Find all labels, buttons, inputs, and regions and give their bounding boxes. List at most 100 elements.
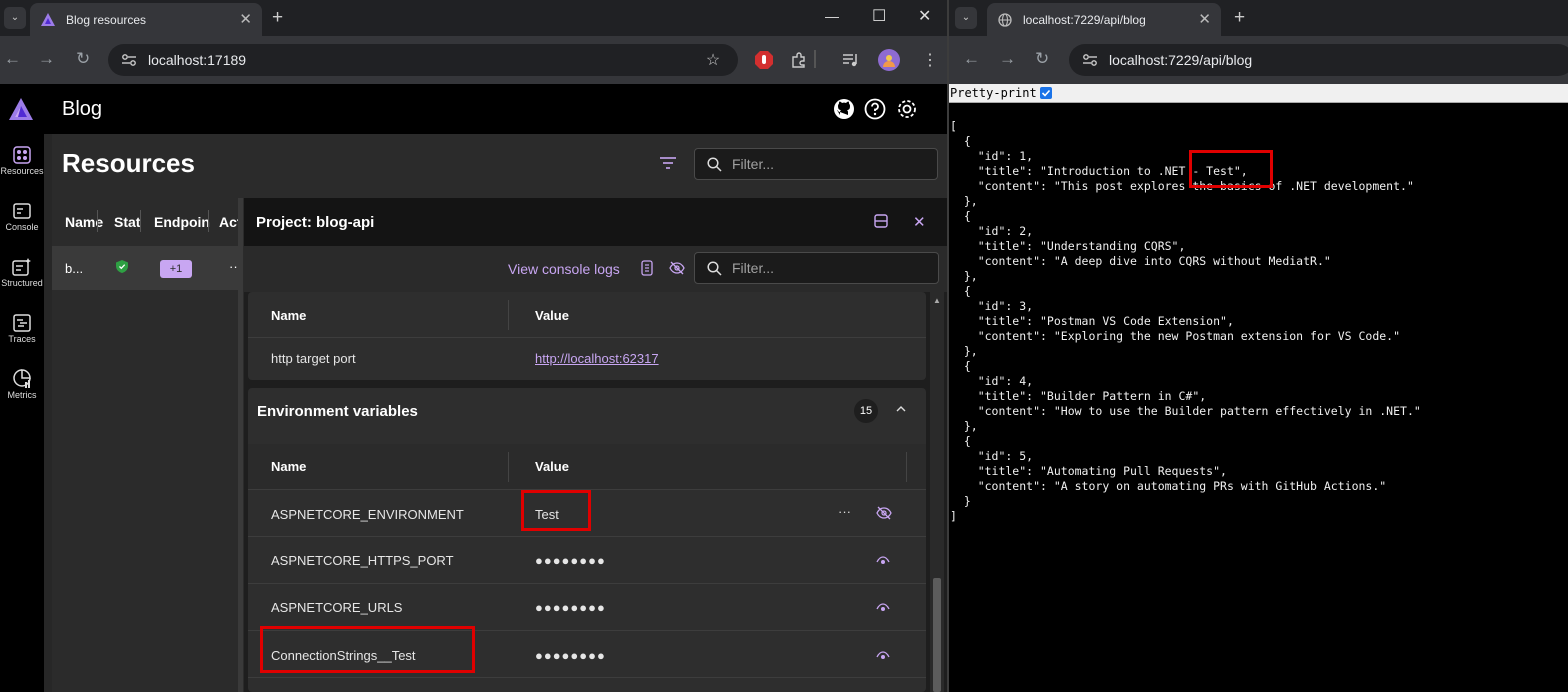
tab-title: localhost:7229/api/blog bbox=[1023, 12, 1146, 27]
app-name: Blog bbox=[62, 98, 103, 120]
column-separator[interactable] bbox=[140, 210, 141, 232]
profile-avatar[interactable] bbox=[878, 49, 900, 71]
new-tab-icon[interactable]: + bbox=[1234, 8, 1245, 27]
row-menu-icon[interactable]: ··· bbox=[838, 504, 851, 519]
nav-rail: Resources Console Structured Traces Metr… bbox=[0, 84, 44, 692]
aspire-logo-icon[interactable] bbox=[9, 98, 33, 125]
forward-icon[interactable]: → bbox=[38, 50, 55, 68]
scroll-up-icon[interactable]: ▲ bbox=[933, 296, 941, 305]
pretty-print-label: Pretty-print bbox=[950, 86, 1037, 100]
show-value-icon[interactable] bbox=[876, 648, 890, 666]
col-header-value[interactable]: Value bbox=[535, 459, 569, 474]
github-icon[interactable] bbox=[833, 98, 855, 120]
column-separator[interactable] bbox=[508, 300, 509, 330]
highlight-box bbox=[1189, 150, 1273, 188]
endpoint-url-link[interactable]: http://localhost:62317 bbox=[535, 351, 659, 366]
maximize-icon[interactable]: ☐ bbox=[872, 6, 886, 26]
close-tab-icon[interactable]: ✕ bbox=[239, 12, 252, 27]
site-info-icon[interactable] bbox=[1075, 45, 1105, 75]
address-bar[interactable]: localhost:7229/api/blog bbox=[1069, 44, 1568, 76]
filter-funnel-icon[interactable] bbox=[659, 156, 677, 175]
rail-item-metrics[interactable]: Metrics bbox=[0, 368, 44, 400]
search-icon bbox=[707, 260, 722, 276]
env-section-header[interactable]: Environment variables 15 bbox=[248, 388, 926, 434]
column-separator[interactable] bbox=[508, 452, 509, 482]
extension-stop-icon[interactable] bbox=[754, 50, 774, 70]
close-tab-icon[interactable]: ✕ bbox=[1198, 12, 1211, 27]
extensions-icon[interactable] bbox=[789, 50, 809, 70]
bookmark-star-icon[interactable]: ☆ bbox=[703, 50, 723, 70]
aspire-dashboard: Resources Console Structured Traces Metr… bbox=[0, 84, 947, 692]
resources-filter-input[interactable]: Filter... bbox=[694, 148, 938, 180]
col-header-name[interactable]: Name bbox=[271, 308, 306, 323]
endpoints-header-row: Name Value bbox=[248, 292, 926, 338]
filter-placeholder: Filter... bbox=[732, 260, 775, 276]
rail-item-structured[interactable]: Structured bbox=[0, 258, 44, 288]
env-row[interactable]: ASPNETCORE_URLS ●●●●●●●● bbox=[248, 584, 926, 631]
address-bar[interactable]: localhost:17189 bbox=[108, 44, 738, 76]
details-header: Project: blog-api ✕ bbox=[244, 198, 947, 246]
scrollbar-thumb[interactable] bbox=[933, 578, 941, 692]
rail-item-console[interactable]: Console bbox=[0, 202, 44, 232]
rail-label: Traces bbox=[8, 334, 36, 344]
close-window-icon[interactable]: ✕ bbox=[918, 6, 931, 26]
console-icon bbox=[13, 203, 31, 219]
toggle-orientation-icon[interactable] bbox=[874, 214, 888, 233]
tab-api-blog[interactable]: localhost:7229/api/blog ✕ bbox=[987, 3, 1221, 36]
resource-row[interactable]: b... +1 ··· bbox=[52, 246, 242, 290]
tab-search-button[interactable]: ⌄ bbox=[955, 7, 977, 29]
col-header-state[interactable]: Stat bbox=[114, 214, 140, 230]
endpoint-badge[interactable]: +1 bbox=[160, 260, 192, 278]
forward-icon[interactable]: → bbox=[999, 50, 1016, 68]
help-icon[interactable] bbox=[864, 98, 886, 120]
rail-label: Resources bbox=[0, 166, 44, 176]
details-scrollbar[interactable]: ▲ bbox=[930, 292, 944, 692]
new-tab-icon[interactable]: + bbox=[272, 8, 283, 27]
browser-menu-icon[interactable]: ⋮ bbox=[920, 50, 940, 70]
col-header-value[interactable]: Value bbox=[535, 308, 569, 323]
rail-item-resources[interactable]: Resources bbox=[0, 146, 44, 176]
reload-icon[interactable]: ↻ bbox=[1035, 50, 1049, 68]
back-icon[interactable]: ← bbox=[963, 50, 980, 68]
close-details-icon[interactable]: ✕ bbox=[913, 213, 926, 231]
show-value-icon[interactable] bbox=[876, 600, 890, 618]
browser-toolbar: ← → ↻ localhost:17189 ☆ ⋮ bbox=[0, 36, 947, 84]
url-text: localhost:17189 bbox=[148, 52, 247, 68]
pretty-print-checkbox[interactable] bbox=[1039, 86, 1052, 99]
env-count-badge: 15 bbox=[854, 399, 878, 423]
app-header: Blog bbox=[44, 84, 947, 134]
chevron-up-icon[interactable] bbox=[895, 402, 907, 420]
env-value-masked: ●●●●●●●● bbox=[535, 600, 606, 615]
env-row[interactable]: ASPNETCORE_HTTPS_PORT ●●●●●●●● bbox=[248, 537, 926, 584]
tab-strip: ⌄ localhost:7229/api/blog ✕ + bbox=[949, 0, 1568, 36]
page-title: Resources bbox=[62, 148, 195, 178]
settings-gear-icon[interactable] bbox=[896, 98, 918, 120]
column-separator[interactable] bbox=[97, 210, 98, 232]
column-separator[interactable] bbox=[208, 210, 209, 232]
resource-name[interactable]: b... bbox=[65, 261, 83, 276]
status-ok-icon bbox=[116, 260, 128, 276]
details-toolbar: View console logs Filter... bbox=[244, 246, 947, 292]
site-info-icon[interactable] bbox=[114, 45, 144, 75]
copy-icon[interactable] bbox=[641, 260, 653, 281]
col-header-endpoints[interactable]: Endpoin bbox=[154, 214, 210, 230]
pane-splitter[interactable] bbox=[238, 198, 243, 692]
details-filter-input[interactable]: Filter... bbox=[694, 252, 939, 284]
column-separator[interactable] bbox=[906, 452, 907, 482]
filter-placeholder: Filter... bbox=[732, 156, 775, 172]
tab-blog-resources[interactable]: Blog resources ✕ bbox=[30, 3, 262, 36]
hide-value-icon[interactable] bbox=[876, 506, 892, 525]
show-value-icon[interactable] bbox=[876, 553, 890, 571]
hide-values-icon[interactable] bbox=[669, 261, 685, 280]
search-icon bbox=[707, 156, 722, 172]
minimize-icon[interactable]: — bbox=[825, 8, 839, 24]
url-text: localhost:7229/api/blog bbox=[1109, 52, 1253, 68]
rail-item-traces[interactable]: Traces bbox=[0, 314, 44, 344]
back-icon[interactable]: ← bbox=[4, 50, 21, 68]
media-control-icon[interactable] bbox=[841, 50, 861, 70]
reload-icon[interactable]: ↻ bbox=[76, 50, 90, 68]
tab-search-button[interactable]: ⌄ bbox=[4, 7, 26, 29]
col-header-name[interactable]: Name bbox=[271, 459, 306, 474]
rail-label: Console bbox=[5, 222, 39, 232]
view-console-logs-link[interactable]: View console logs bbox=[508, 261, 620, 277]
